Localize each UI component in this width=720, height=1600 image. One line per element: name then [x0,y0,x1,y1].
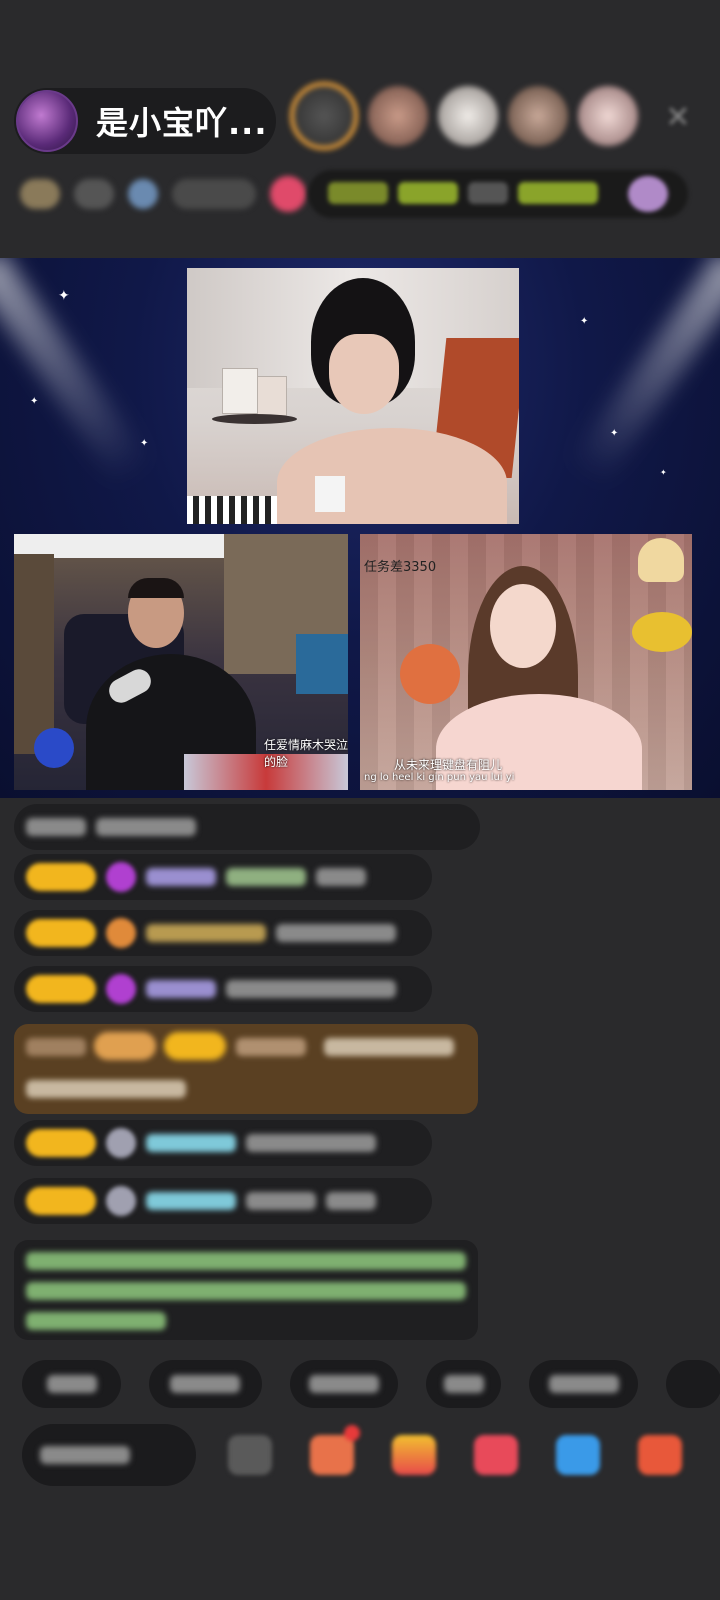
chat-message[interactable] [14,966,432,1012]
host-name: 是小宝吖... [96,104,268,142]
quick-reply-button[interactable] [426,1360,502,1408]
rank-badge[interactable] [20,179,60,209]
host-avatar[interactable] [16,90,78,152]
top-viewers [290,82,638,150]
spotlight [569,258,720,486]
chat-message[interactable] [14,1178,432,1224]
right-subtitle: 从未来理键盘有阻儿 [394,758,503,772]
spotlight [0,258,151,486]
tag-strip [308,170,688,218]
chat-message[interactable] [14,1120,432,1166]
chat-message[interactable] [14,854,432,900]
left-subtitle: 任爱情麻木哭泣的脸 [264,738,348,769]
game-icon[interactable] [556,1435,600,1475]
quick-reply-button[interactable] [665,1360,720,1408]
more-icon[interactable] [638,1435,682,1475]
viewer-avatar[interactable] [578,86,638,146]
system-notice-card [14,1240,478,1340]
gift-message-card[interactable] [14,1024,478,1114]
viewer-avatar[interactable] [290,82,358,150]
quick-reply-button[interactable] [529,1360,638,1408]
chat-input[interactable] [22,1424,196,1486]
gift-bag-icon[interactable] [392,1435,436,1475]
guest-camera-right[interactable]: 任务差3350 从未来理键盘有阻儿 ng lo heel ki gin pun … [360,534,692,790]
host-camera[interactable] [187,268,519,524]
quick-reply-button[interactable] [149,1360,262,1408]
live-stage: ✦ ✦ ✦ ✦ ✦ ✦ 任爱情麻木哭泣的脸 任务差3350 从未来理键盘有阻儿 … [0,258,720,798]
guest-camera-left[interactable]: 任爱情麻木哭泣的脸 [14,534,348,790]
chat-message[interactable] [14,910,432,956]
red-packet-icon[interactable] [474,1435,518,1475]
quick-reply-row [22,1360,720,1408]
right-subtitle-pinyin: ng lo heel ki gin pun yau lui yi [364,772,515,783]
close-icon[interactable]: ✕ [660,100,696,136]
bottom-action-bar [22,1424,712,1486]
chat-message[interactable] [14,804,480,850]
notification-dot [344,1425,360,1441]
chat-icon[interactable] [228,1435,272,1475]
guest-score-label: 任务差3350 [364,560,437,575]
viewer-avatar[interactable] [438,86,498,146]
viewer-avatar[interactable] [508,86,568,146]
gift-box-icon[interactable] [310,1425,360,1475]
quick-reply-button[interactable] [22,1360,122,1408]
pk-icon[interactable] [270,176,306,212]
host-info-pill[interactable]: 是小宝吖... [14,88,276,154]
quick-reply-button[interactable] [289,1360,399,1408]
viewer-avatar[interactable] [368,86,428,146]
